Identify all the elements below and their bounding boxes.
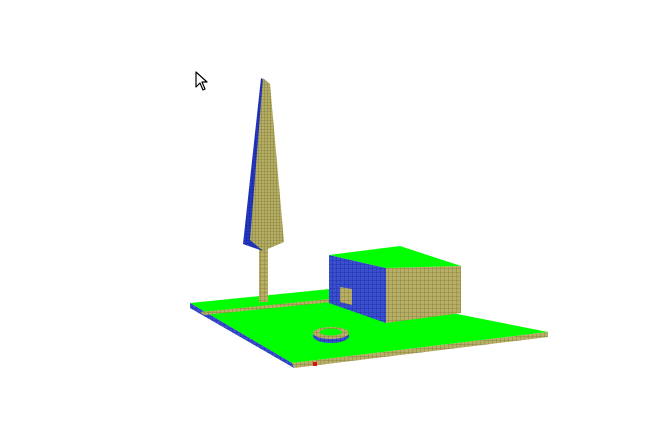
red-marker — [313, 362, 317, 366]
voxel-scene[interactable] — [0, 0, 657, 447]
building-doorway — [340, 287, 352, 305]
voxel-3d-viewport[interactable] — [0, 0, 657, 447]
well-ring — [313, 327, 349, 343]
building-front-wall — [386, 266, 461, 323]
tree-trunk — [259, 246, 268, 302]
tall-tree — [243, 78, 284, 251]
mouse-pointer-icon — [195, 71, 208, 91]
